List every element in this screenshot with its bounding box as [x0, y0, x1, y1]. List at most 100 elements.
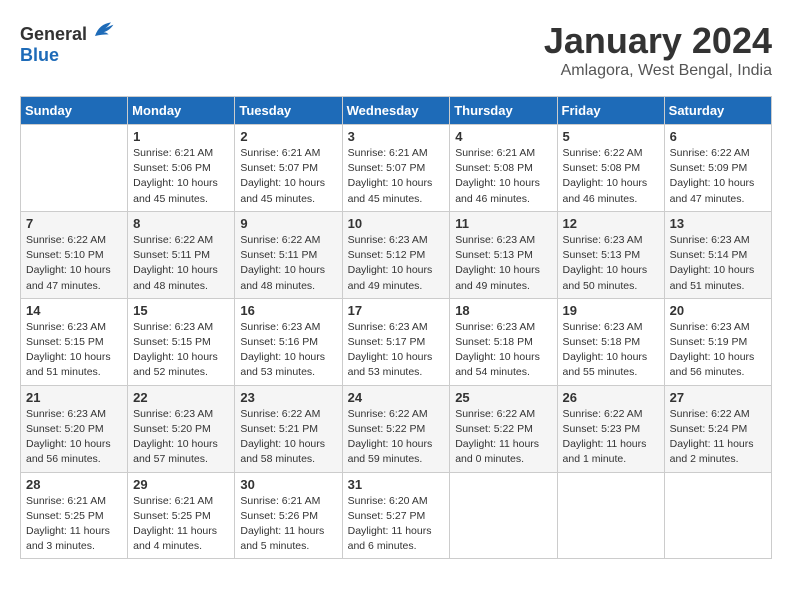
calendar-week-row: 21 Sunrise: 6:23 AMSunset: 5:20 PMDayligh…: [21, 385, 772, 472]
month-title: January 2024: [544, 20, 772, 62]
calendar-cell: 18 Sunrise: 6:23 AMSunset: 5:18 PMDayligh…: [450, 298, 557, 385]
calendar-week-row: 1Sunrise: 6:21 AMSunset: 5:06 PMDaylight…: [21, 125, 772, 212]
day-number: 22: [133, 390, 229, 405]
calendar-cell: 2Sunrise: 6:21 AMSunset: 5:07 PMDaylight…: [235, 125, 342, 212]
calendar-cell: [664, 472, 771, 559]
calendar-week-row: 28 Sunrise: 6:21 AMSunset: 5:25 PMDayligh…: [21, 472, 772, 559]
calendar-cell: 16 Sunrise: 6:23 AMSunset: 5:16 PMDayligh…: [235, 298, 342, 385]
day-info: Sunrise: 6:23 AMSunset: 5:18 PMDaylight:…: [455, 320, 551, 381]
day-info: Sunrise: 6:23 AMSunset: 5:15 PMDaylight:…: [26, 320, 122, 381]
calendar-cell: 24 Sunrise: 6:22 AMSunset: 5:22 PMDayligh…: [342, 385, 450, 472]
day-number: 28: [26, 477, 122, 492]
logo-general: General: [20, 24, 87, 44]
day-info: Sunrise: 6:23 AMSunset: 5:15 PMDaylight:…: [133, 320, 229, 381]
calendar-cell: 13 Sunrise: 6:23 AMSunset: 5:14 PMDayligh…: [664, 211, 771, 298]
day-number: 26: [563, 390, 659, 405]
day-number: 1: [133, 129, 229, 144]
calendar-cell: 25Sunrise: 6:22 AMSunset: 5:22 PMDayligh…: [450, 385, 557, 472]
day-info: Sunrise: 6:21 AMSunset: 5:25 PMDaylight:…: [26, 494, 122, 555]
day-number: 13: [670, 216, 766, 231]
calendar-cell: 3 Sunrise: 6:21 AMSunset: 5:07 PMDaylight…: [342, 125, 450, 212]
day-number: 4: [455, 129, 551, 144]
day-number: 16: [240, 303, 336, 318]
day-info: Sunrise: 6:23 AMSunset: 5:20 PMDaylight:…: [133, 407, 229, 468]
calendar-cell: [21, 125, 128, 212]
day-info: Sunrise: 6:22 AMSunset: 5:11 PMDaylight:…: [133, 233, 229, 294]
calendar-cell: 20Sunrise: 6:23 AMSunset: 5:19 PMDayligh…: [664, 298, 771, 385]
day-info: Sunrise: 6:22 AMSunset: 5:22 PMDaylight:…: [455, 407, 551, 468]
day-number: 21: [26, 390, 122, 405]
day-number: 2: [240, 129, 336, 144]
calendar-cell: 27 Sunrise: 6:22 AMSunset: 5:24 PMDayligh…: [664, 385, 771, 472]
day-number: 30: [240, 477, 336, 492]
day-info: Sunrise: 6:22 AMSunset: 5:11 PMDaylight:…: [240, 233, 336, 294]
day-info: Sunrise: 6:22 AMSunset: 5:22 PMDaylight:…: [348, 407, 445, 468]
day-of-week-header: Wednesday: [342, 97, 450, 125]
calendar-cell: 28 Sunrise: 6:21 AMSunset: 5:25 PMDayligh…: [21, 472, 128, 559]
page-header: General Blue January 2024 Amlagora, West…: [20, 20, 772, 80]
day-number: 23: [240, 390, 336, 405]
calendar-week-row: 7 Sunrise: 6:22 AMSunset: 5:10 PMDaylight…: [21, 211, 772, 298]
day-info: Sunrise: 6:22 AMSunset: 5:08 PMDaylight:…: [563, 146, 659, 207]
calendar-cell: 30 Sunrise: 6:21 AMSunset: 5:26 PMDayligh…: [235, 472, 342, 559]
calendar-week-row: 14 Sunrise: 6:23 AMSunset: 5:15 PMDayligh…: [21, 298, 772, 385]
day-info: Sunrise: 6:22 AMSunset: 5:24 PMDaylight:…: [670, 407, 766, 468]
logo-bird-icon: [91, 20, 115, 40]
day-number: 10: [348, 216, 445, 231]
day-info: Sunrise: 6:22 AMSunset: 5:21 PMDaylight:…: [240, 407, 336, 468]
day-number: 6: [670, 129, 766, 144]
day-number: 17: [348, 303, 445, 318]
day-number: 12: [563, 216, 659, 231]
day-of-week-header: Saturday: [664, 97, 771, 125]
day-of-week-header: Thursday: [450, 97, 557, 125]
day-info: Sunrise: 6:23 AMSunset: 5:14 PMDaylight:…: [670, 233, 766, 294]
calendar-cell: 19Sunrise: 6:23 AMSunset: 5:18 PMDayligh…: [557, 298, 664, 385]
day-number: 7: [26, 216, 122, 231]
day-info: Sunrise: 6:21 AMSunset: 5:08 PMDaylight:…: [455, 146, 551, 207]
day-info: Sunrise: 6:21 AMSunset: 5:07 PMDaylight:…: [348, 146, 445, 207]
logo-blue: Blue: [20, 45, 59, 65]
calendar-cell: 11 Sunrise: 6:23 AMSunset: 5:13 PMDayligh…: [450, 211, 557, 298]
calendar-cell: 4 Sunrise: 6:21 AMSunset: 5:08 PMDaylight…: [450, 125, 557, 212]
day-number: 9: [240, 216, 336, 231]
day-info: Sunrise: 6:21 AMSunset: 5:26 PMDaylight:…: [240, 494, 336, 555]
day-of-week-header: Sunday: [21, 97, 128, 125]
calendar-header-row: SundayMondayTuesdayWednesdayThursdayFrid…: [21, 97, 772, 125]
day-of-week-header: Friday: [557, 97, 664, 125]
day-of-week-header: Monday: [128, 97, 235, 125]
day-info: Sunrise: 6:23 AMSunset: 5:17 PMDaylight:…: [348, 320, 445, 381]
day-of-week-header: Tuesday: [235, 97, 342, 125]
calendar-cell: 7 Sunrise: 6:22 AMSunset: 5:10 PMDaylight…: [21, 211, 128, 298]
day-info: Sunrise: 6:22 AMSunset: 5:09 PMDaylight:…: [670, 146, 766, 207]
calendar-cell: 21 Sunrise: 6:23 AMSunset: 5:20 PMDayligh…: [21, 385, 128, 472]
logo-text: General Blue: [20, 20, 115, 66]
day-info: Sunrise: 6:22 AMSunset: 5:10 PMDaylight:…: [26, 233, 122, 294]
calendar-cell: 26Sunrise: 6:22 AMSunset: 5:23 PMDayligh…: [557, 385, 664, 472]
day-info: Sunrise: 6:23 AMSunset: 5:19 PMDaylight:…: [670, 320, 766, 381]
day-info: Sunrise: 6:23 AMSunset: 5:13 PMDaylight:…: [455, 233, 551, 294]
day-info: Sunrise: 6:23 AMSunset: 5:16 PMDaylight:…: [240, 320, 336, 381]
calendar-cell: 23 Sunrise: 6:22 AMSunset: 5:21 PMDayligh…: [235, 385, 342, 472]
calendar-cell: 31 Sunrise: 6:20 AMSunset: 5:27 PMDayligh…: [342, 472, 450, 559]
day-info: Sunrise: 6:23 AMSunset: 5:20 PMDaylight:…: [26, 407, 122, 468]
day-number: 5: [563, 129, 659, 144]
day-number: 3: [348, 129, 445, 144]
calendar-cell: 5 Sunrise: 6:22 AMSunset: 5:08 PMDaylight…: [557, 125, 664, 212]
calendar-cell: 29 Sunrise: 6:21 AMSunset: 5:25 PMDayligh…: [128, 472, 235, 559]
day-info: Sunrise: 6:20 AMSunset: 5:27 PMDaylight:…: [348, 494, 445, 555]
calendar-cell: 1Sunrise: 6:21 AMSunset: 5:06 PMDaylight…: [128, 125, 235, 212]
day-number: 18: [455, 303, 551, 318]
day-number: 14: [26, 303, 122, 318]
day-number: 31: [348, 477, 445, 492]
day-number: 11: [455, 216, 551, 231]
day-info: Sunrise: 6:23 AMSunset: 5:18 PMDaylight:…: [563, 320, 659, 381]
day-number: 15: [133, 303, 229, 318]
location-subtitle: Amlagora, West Bengal, India: [544, 62, 772, 80]
calendar-table: SundayMondayTuesdayWednesdayThursdayFrid…: [20, 96, 772, 559]
day-info: Sunrise: 6:21 AMSunset: 5:25 PMDaylight:…: [133, 494, 229, 555]
day-number: 27: [670, 390, 766, 405]
day-info: Sunrise: 6:23 AMSunset: 5:12 PMDaylight:…: [348, 233, 445, 294]
day-number: 29: [133, 477, 229, 492]
calendar-cell: 8Sunrise: 6:22 AMSunset: 5:11 PMDaylight…: [128, 211, 235, 298]
day-number: 24: [348, 390, 445, 405]
